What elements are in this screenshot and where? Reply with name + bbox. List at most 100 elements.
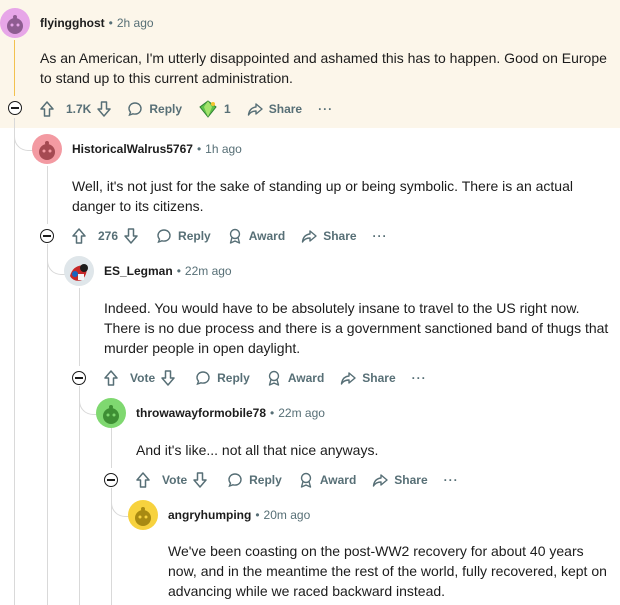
timestamp: 20m ago bbox=[263, 508, 311, 522]
comment-body: We've been coasting on the post-WW2 reco… bbox=[168, 543, 607, 599]
thread-line bbox=[14, 118, 15, 605]
share-label: Share bbox=[268, 102, 303, 116]
reply-label: Reply bbox=[249, 473, 282, 487]
comment-actions: Vote Reply Award Share ··· bbox=[104, 370, 443, 386]
timestamp: 22m ago bbox=[184, 264, 232, 278]
comment-icon bbox=[157, 229, 171, 244]
reply-label: Reply bbox=[178, 229, 211, 243]
comment-body: And it's like... not all that nice anywa… bbox=[136, 442, 379, 458]
separator-dot: • bbox=[196, 142, 202, 156]
reply-button[interactable]: Reply bbox=[127, 101, 182, 117]
username[interactable]: throwawayformobile78 bbox=[136, 406, 266, 420]
downvote-icon[interactable] bbox=[124, 228, 138, 244]
share-label: Share bbox=[394, 473, 428, 487]
share-button[interactable]: Share bbox=[301, 228, 357, 244]
upvote-icon[interactable] bbox=[40, 101, 54, 117]
comment-meta: flyingghost • 2h ago bbox=[40, 16, 154, 30]
thread-line bbox=[47, 244, 48, 605]
reply-label: Reply bbox=[217, 371, 250, 385]
thread-line bbox=[79, 386, 80, 605]
more-options-button[interactable]: ··· bbox=[412, 371, 427, 385]
reply-button[interactable]: Reply bbox=[195, 370, 250, 386]
award-icon bbox=[229, 228, 240, 244]
vote-group: Vote bbox=[104, 370, 181, 386]
share-icon bbox=[373, 474, 388, 487]
collapse-thread-button[interactable] bbox=[72, 371, 86, 385]
username[interactable]: angryhumping bbox=[168, 508, 251, 522]
award-label: Award bbox=[287, 371, 325, 385]
vote-count: 1.7K bbox=[66, 102, 92, 116]
thread-line bbox=[14, 40, 15, 96]
downvote-icon[interactable] bbox=[193, 472, 207, 488]
share-label: Share bbox=[323, 229, 357, 243]
thread-line bbox=[111, 428, 112, 468]
thread-line bbox=[79, 288, 80, 366]
comment-meta: angryhumping • 20m ago bbox=[168, 508, 310, 522]
award-icon bbox=[268, 370, 280, 386]
comment-meta: HistoricalWalrus5767 • 1h ago bbox=[72, 142, 242, 156]
comment-actions: 1.7K Reply 1 Share ··· bbox=[40, 100, 349, 118]
avatar[interactable] bbox=[32, 134, 62, 164]
comment-icon bbox=[228, 473, 242, 488]
thread-line bbox=[47, 166, 48, 224]
comment-icon bbox=[196, 371, 210, 386]
upvote-icon[interactable] bbox=[136, 472, 150, 488]
award-button[interactable]: Award bbox=[298, 472, 356, 488]
award-gem-icon bbox=[199, 100, 217, 118]
upvote-icon[interactable] bbox=[72, 228, 86, 244]
timestamp: 1h ago bbox=[205, 142, 242, 156]
vote-label: Vote bbox=[162, 473, 188, 487]
award-button[interactable]: Award bbox=[227, 228, 285, 244]
share-button[interactable]: Share bbox=[340, 370, 396, 386]
separator-dot: • bbox=[255, 508, 260, 522]
avatar[interactable] bbox=[0, 8, 30, 38]
award-button[interactable]: Award bbox=[266, 370, 324, 386]
reply-label: Reply bbox=[149, 102, 183, 116]
comment-icon bbox=[128, 102, 143, 117]
collapse-thread-button[interactable] bbox=[8, 101, 22, 115]
share-button[interactable]: Share bbox=[372, 472, 428, 488]
award-icon bbox=[300, 472, 312, 488]
avatar[interactable] bbox=[128, 500, 158, 530]
reply-button[interactable]: Reply bbox=[227, 472, 282, 488]
reply-button[interactable]: Reply bbox=[156, 228, 211, 244]
username[interactable]: ES_Legman bbox=[104, 264, 173, 278]
share-label: Share bbox=[362, 371, 396, 385]
vote-group: Vote bbox=[136, 472, 213, 488]
comment-body: As an American, I'm utterly disappointed… bbox=[40, 50, 607, 86]
share-button[interactable]: Share bbox=[247, 101, 302, 117]
separator-dot: • bbox=[108, 16, 113, 30]
more-options-button[interactable]: ··· bbox=[373, 229, 388, 243]
avatar[interactable] bbox=[96, 398, 126, 428]
award-label: Award bbox=[248, 229, 286, 243]
comment-body: Well, it's not just for the sake of stan… bbox=[72, 178, 573, 214]
downvote-icon[interactable] bbox=[97, 101, 112, 117]
comment-meta: throwawayformobile78 • 22m ago bbox=[136, 406, 325, 420]
award-count: 1 bbox=[224, 102, 231, 116]
username[interactable]: HistoricalWalrus5767 bbox=[72, 142, 193, 156]
avatar[interactable] bbox=[64, 256, 94, 286]
comment-body: Indeed. You would have to be absolutely … bbox=[104, 300, 609, 356]
share-icon bbox=[247, 103, 263, 116]
collapse-thread-button[interactable] bbox=[104, 473, 118, 487]
separator-dot: • bbox=[176, 264, 181, 278]
upvote-icon[interactable] bbox=[104, 370, 118, 386]
vote-label: Vote bbox=[130, 371, 156, 385]
vote-count: 276 bbox=[98, 229, 119, 243]
separator-dot: • bbox=[270, 406, 275, 420]
comment-actions: 276 Reply Award Share ··· bbox=[72, 228, 404, 244]
downvote-icon[interactable] bbox=[161, 370, 175, 386]
more-options-button[interactable]: ··· bbox=[318, 102, 333, 116]
timestamp: 22m ago bbox=[278, 406, 325, 420]
timestamp: 2h ago bbox=[116, 16, 154, 30]
more-options-button[interactable]: ··· bbox=[444, 473, 459, 487]
collapse-thread-button[interactable] bbox=[40, 229, 54, 243]
award-label: Award bbox=[319, 473, 357, 487]
comment-meta: ES_Legman • 22m ago bbox=[104, 264, 232, 278]
award-button[interactable]: 1 bbox=[198, 100, 231, 118]
username[interactable]: flyingghost bbox=[40, 16, 105, 30]
comment-actions: Vote Reply Award Share ··· bbox=[136, 472, 475, 488]
vote-group: 276 bbox=[72, 228, 144, 244]
share-icon bbox=[341, 372, 356, 385]
vote-group: 1.7K bbox=[40, 101, 117, 117]
